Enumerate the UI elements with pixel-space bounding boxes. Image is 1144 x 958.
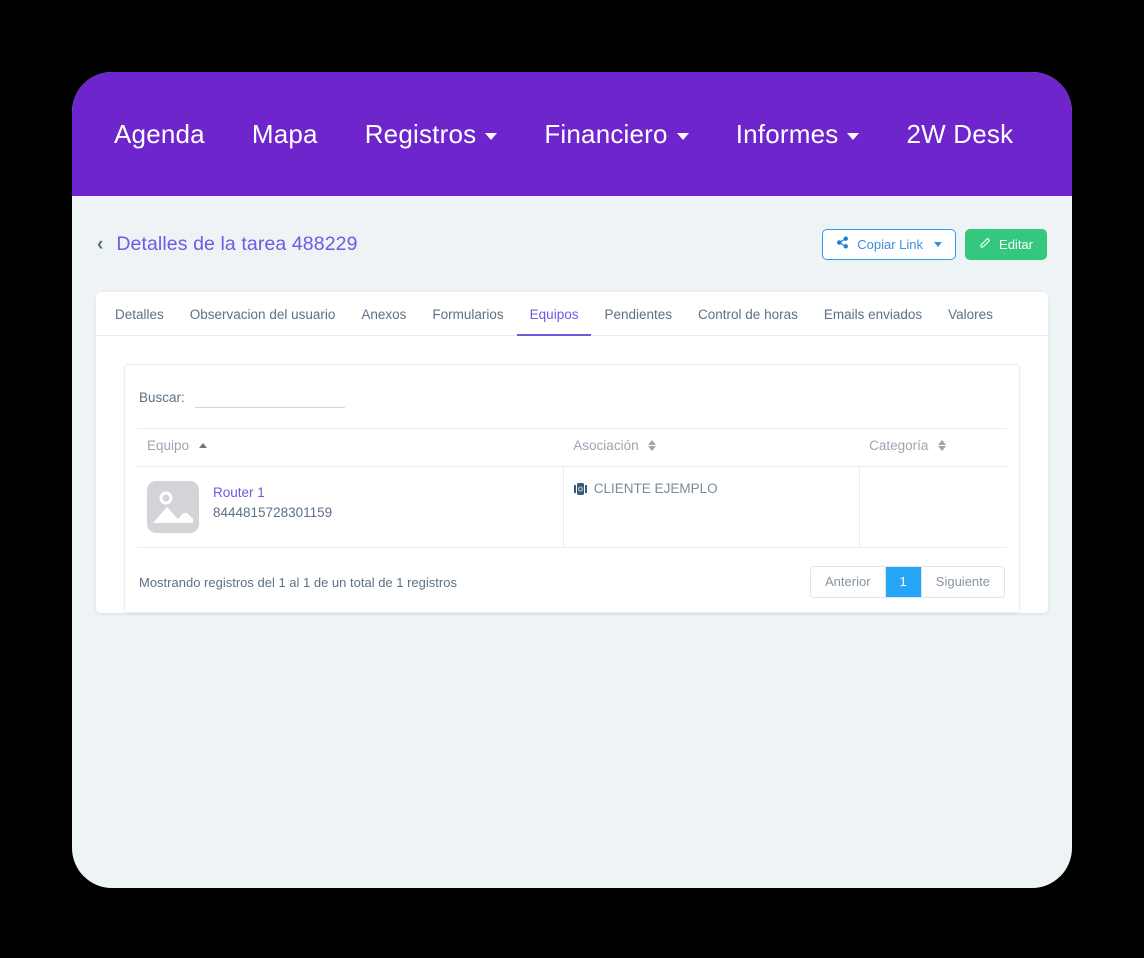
sort-icon <box>938 439 947 451</box>
search-label: Buscar: <box>139 390 185 405</box>
tab-anexos[interactable]: Anexos <box>348 307 419 336</box>
chevron-down-icon <box>485 132 498 140</box>
nav-item-label: 2W Desk <box>906 118 1014 149</box>
equipo-serial: 8444815728301159 <box>213 505 333 520</box>
tab-observacion-del-usuario[interactable]: Observacion del usuario <box>177 307 349 336</box>
copy-link-label: Copiar Link <box>857 236 924 252</box>
edit-label: Editar <box>999 236 1033 252</box>
asociacion-label: CLIENTE EJEMPLO <box>593 481 718 496</box>
pagination-page-1[interactable]: 1 <box>885 567 922 597</box>
sort-ascending-icon <box>198 442 207 448</box>
pagination-next[interactable]: Siguiente <box>921 567 1004 597</box>
page-header-actions: Copiar Link Editar <box>822 228 1047 260</box>
tab-label: Detalles <box>115 307 164 322</box>
app-viewport: Agenda Mapa Registros Financiero Informe… <box>72 72 1072 888</box>
tab-control-de-horas[interactable]: Control de horas <box>685 307 811 336</box>
nav-item-informes[interactable]: Informes <box>736 119 860 150</box>
column-label: Categoría <box>869 438 929 453</box>
share-icon <box>836 236 849 252</box>
chevron-down-icon <box>934 241 943 247</box>
pencil-icon <box>979 237 991 252</box>
tab-label: Observacion del usuario <box>189 307 336 322</box>
copy-link-button[interactable]: Copiar Link <box>822 228 957 260</box>
company-icon <box>573 482 587 495</box>
equipos-panel: Buscar: Equipo Asociación Categoría Rout… <box>124 364 1020 613</box>
cell-categoria <box>859 466 1007 548</box>
search-input[interactable] <box>194 387 345 408</box>
image-placeholder-icon <box>147 481 199 533</box>
page-body: ‹ Detalles de la tarea 488229 Copiar Lin… <box>72 196 1072 613</box>
table-row[interactable]: Router 1 8444815728301159 CLIENTE EJEMPL… <box>137 466 1007 548</box>
column-header-categoria[interactable]: Categoría <box>859 428 1007 467</box>
column-header-asociacion[interactable]: Asociación <box>563 428 860 467</box>
showing-records-text: Mostrando registros del 1 al 1 de un tot… <box>139 574 457 590</box>
search-row: Buscar: <box>137 387 1007 428</box>
back-chevron-icon[interactable]: ‹ <box>97 235 103 254</box>
tab-valores[interactable]: Valores <box>935 307 1006 336</box>
tab-label: Formularios <box>432 307 504 322</box>
pagination: Anterior 1 Siguiente <box>810 566 1005 598</box>
cell-equipo: Router 1 8444815728301159 <box>137 466 564 548</box>
chevron-down-icon <box>676 132 689 140</box>
table-header-row: Equipo Asociación Categoría <box>137 428 1007 467</box>
sort-icon <box>648 439 657 451</box>
tab-pendientes[interactable]: Pendientes <box>591 307 685 336</box>
nav-item-registros[interactable]: Registros <box>365 119 498 150</box>
page-title: Detalles de la tarea 488229 <box>116 232 358 255</box>
column-label: Asociación <box>573 438 639 453</box>
column-label: Equipo <box>147 438 190 453</box>
column-header-equipo[interactable]: Equipo <box>137 428 564 467</box>
tab-label: Pendientes <box>604 307 673 322</box>
table-footer: Mostrando registros del 1 al 1 de un tot… <box>137 548 1007 600</box>
tab-formularios[interactable]: Formularios <box>419 307 516 336</box>
nav-item-financiero[interactable]: Financiero <box>544 118 689 150</box>
tab-label: Emails enviados <box>823 307 923 322</box>
main-navigation: Agenda Mapa Registros Financiero Informe… <box>72 72 1072 196</box>
nav-item-label: Informes <box>735 118 839 149</box>
tab-label: Control de horas <box>698 307 798 322</box>
tab-detalles[interactable]: Detalles <box>102 307 177 336</box>
nav-item-label: Mapa <box>251 118 318 149</box>
nav-item-label: Financiero <box>544 118 668 149</box>
cell-asociacion: CLIENTE EJEMPLO <box>563 466 860 548</box>
tab-bar: Detalles Observacion del usuario Anexos … <box>96 292 1048 336</box>
table-header: Equipo Asociación Categoría <box>137 428 1007 467</box>
page-header: ‹ Detalles de la tarea 488229 Copiar Lin… <box>96 196 1048 292</box>
equipos-table: Equipo Asociación Categoría Router 1 844… <box>137 428 1007 548</box>
table-body: Router 1 8444815728301159 CLIENTE EJEMPL… <box>137 466 1007 548</box>
details-card: Detalles Observacion del usuario Anexos … <box>96 292 1048 613</box>
breadcrumb: ‹ Detalles de la tarea 488229 <box>97 233 358 256</box>
tab-label: Anexos <box>361 307 407 322</box>
nav-item-mapa[interactable]: Mapa <box>252 119 318 150</box>
equipo-name-link[interactable]: Router 1 <box>213 485 332 500</box>
tab-label: Valores <box>948 307 993 322</box>
edit-button[interactable]: Editar <box>965 228 1047 260</box>
tab-emails-enviados[interactable]: Emails enviados <box>811 307 935 336</box>
pagination-previous[interactable]: Anterior <box>811 567 886 597</box>
nav-item-label: Agenda <box>114 118 205 149</box>
tab-equipos[interactable]: Equipos <box>516 307 592 336</box>
tab-label: Equipos <box>529 307 579 322</box>
nav-item-agenda[interactable]: Agenda <box>114 119 205 150</box>
nav-item-label: Registros <box>364 118 477 149</box>
chevron-down-icon <box>847 132 860 140</box>
nav-item-2w-desk[interactable]: 2W Desk <box>906 119 1013 150</box>
